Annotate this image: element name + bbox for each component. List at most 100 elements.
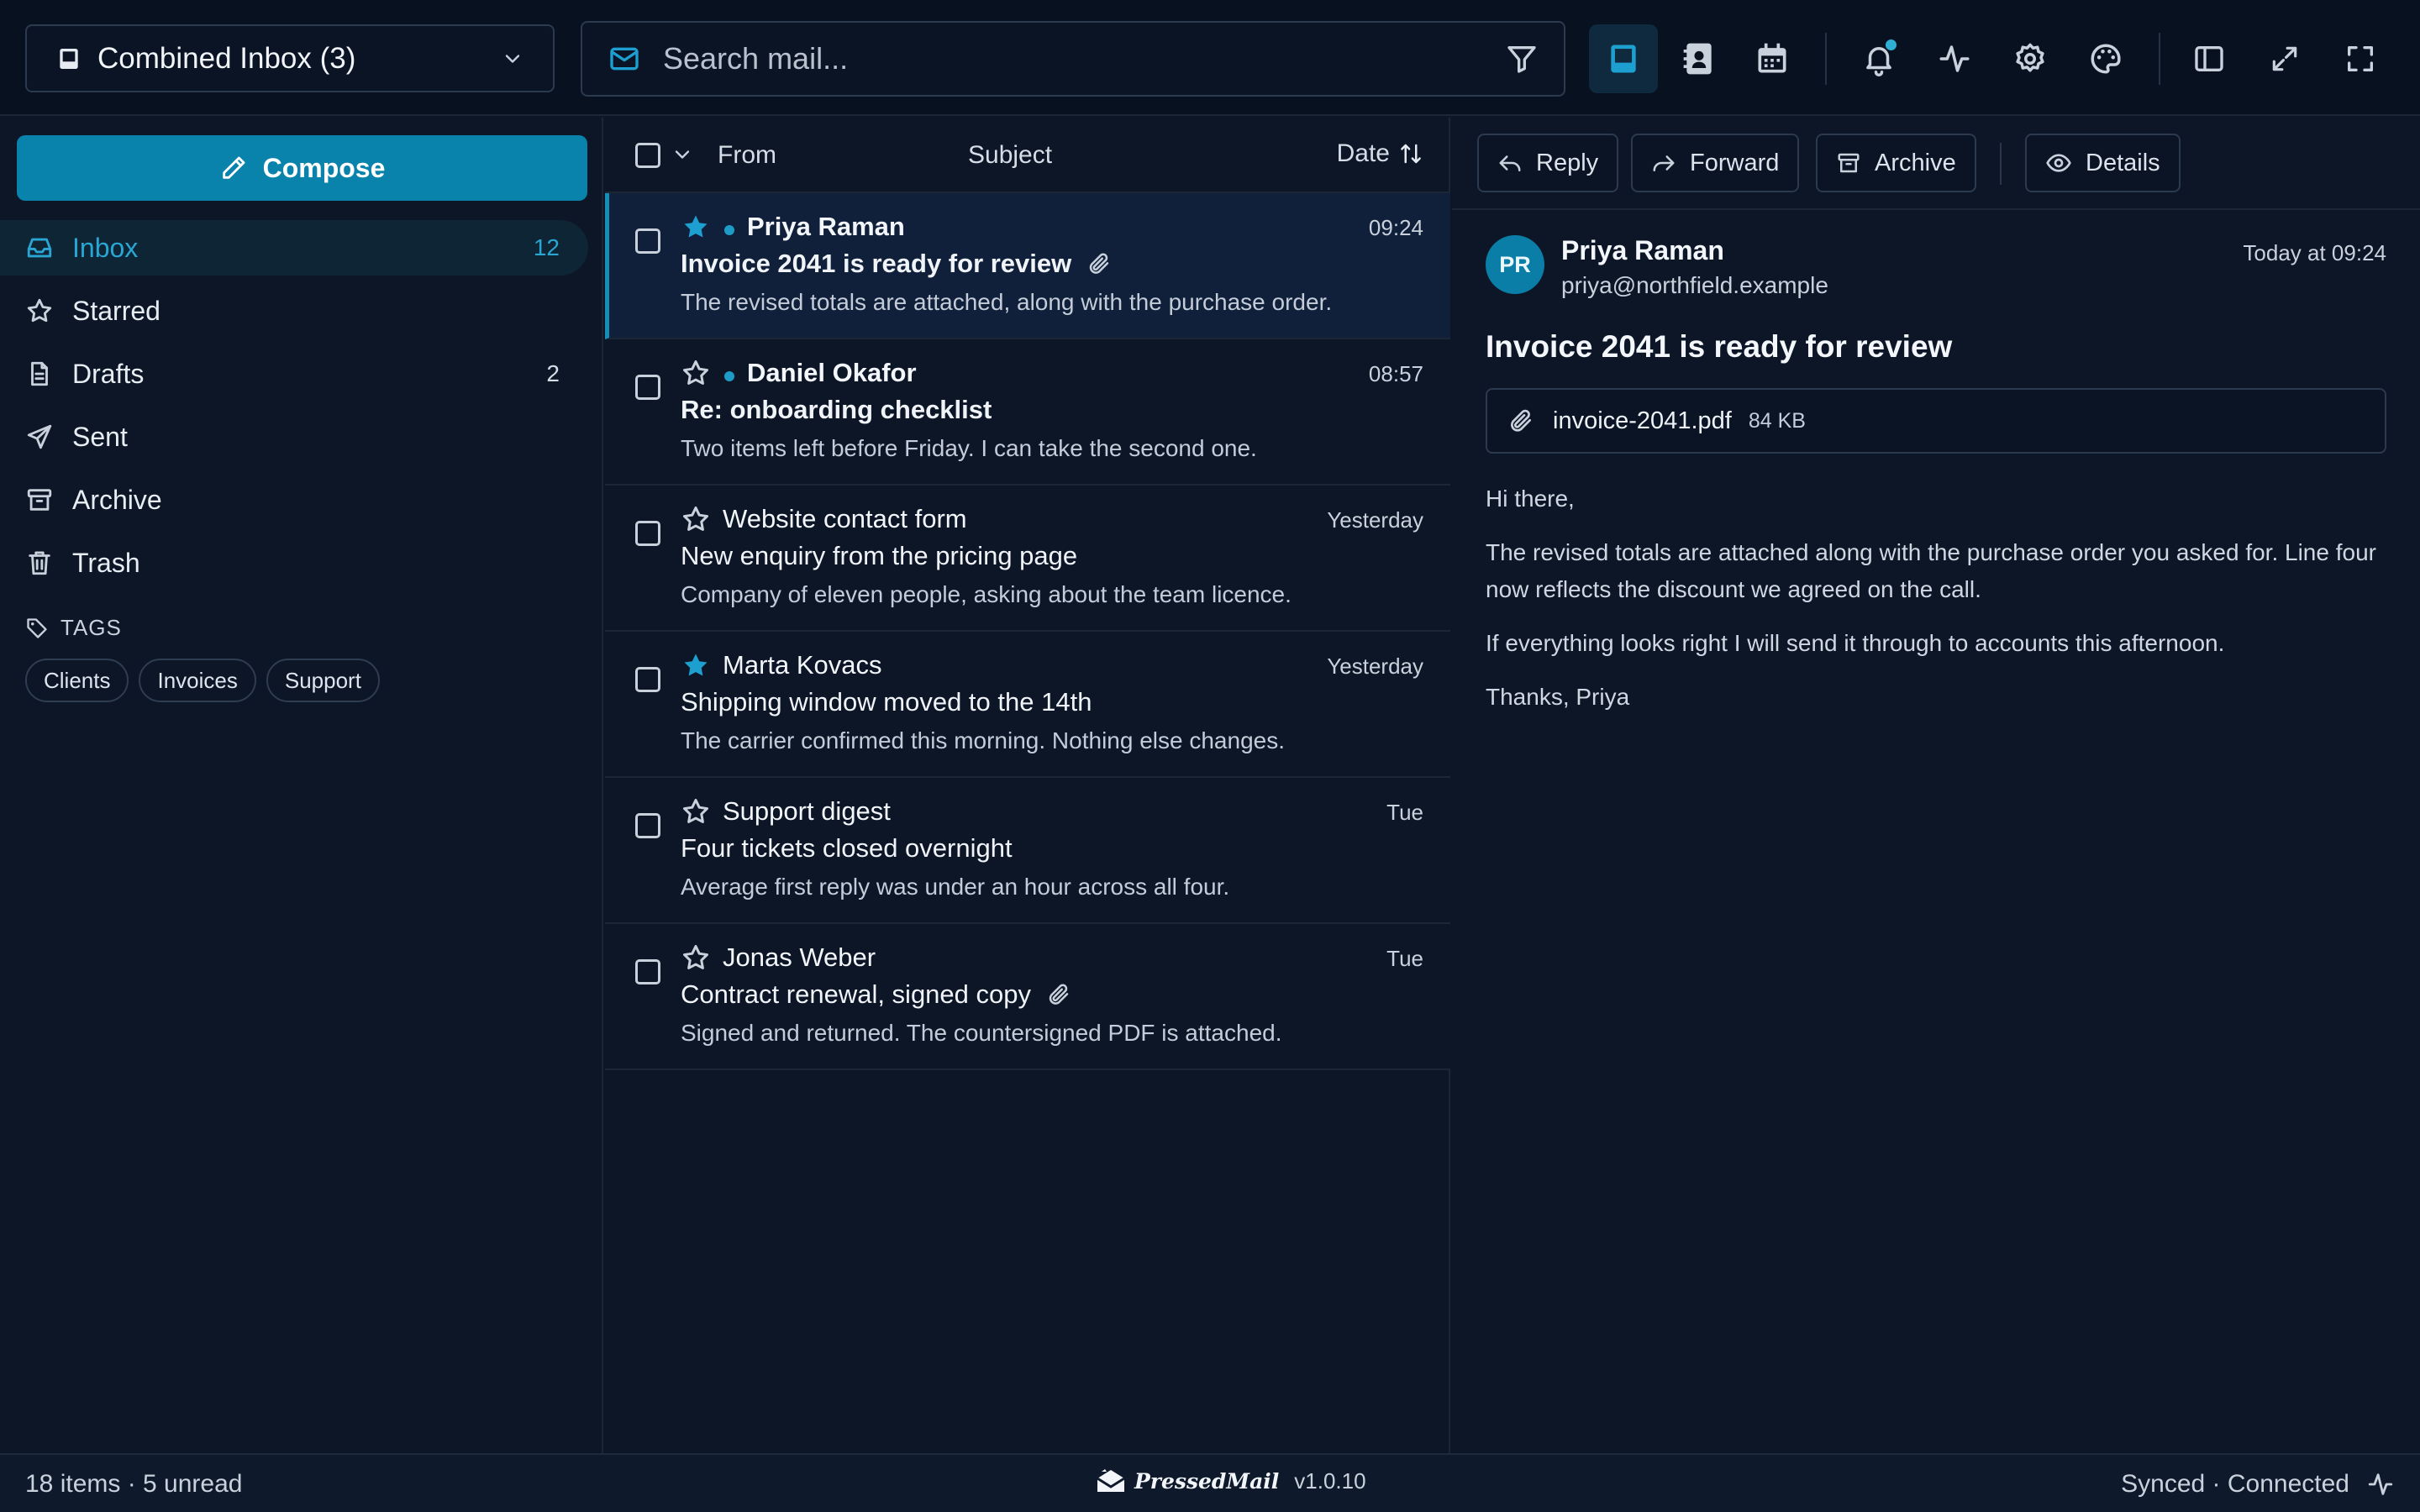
sidebar-item-label: Trash: [72, 547, 140, 578]
details-label: Details: [2086, 149, 2160, 176]
file-icon: [25, 360, 54, 388]
calendar-button[interactable]: [1738, 24, 1807, 93]
attachment-chip[interactable]: invoice-2041.pdf 84 KB: [1486, 388, 2386, 454]
star-filled-icon[interactable]: [681, 650, 711, 680]
star-icon[interactable]: [681, 358, 711, 388]
attachment-name: invoice-2041.pdf: [1553, 407, 1732, 434]
archive-button[interactable]: Archive: [1816, 134, 1976, 192]
eye-icon: [2045, 150, 2072, 176]
compose-button[interactable]: Compose: [17, 135, 587, 201]
activity-button[interactable]: [1920, 24, 1989, 93]
list-item[interactable]: Marta Kovacs Yesterday Shipping window m…: [605, 632, 1450, 778]
sidebar-item-starred[interactable]: Starred: [0, 283, 588, 339]
message-subject: Re: onboarding checklist: [681, 395, 992, 424]
column-from[interactable]: From: [718, 141, 776, 170]
contacts-button[interactable]: [1665, 24, 1733, 93]
notifications-button[interactable]: [1844, 24, 1913, 93]
message-body: Hi there, The revised totals are attache…: [1486, 480, 2393, 732]
tag-clients[interactable]: Clients: [25, 659, 129, 702]
star-filled-icon[interactable]: [681, 212, 711, 242]
row-checkbox[interactable]: [635, 667, 660, 692]
row-checkbox[interactable]: [635, 228, 660, 254]
star-icon: [25, 297, 54, 325]
inbox-icon: [55, 45, 82, 72]
sender-email: priya@northfield.example: [1561, 272, 1828, 298]
message-preview: The carrier confirmed this morning. Noth…: [681, 727, 1286, 753]
archive-label: Archive: [1875, 149, 1956, 176]
message-sender: Jonas Weber: [723, 942, 876, 972]
row-checkbox[interactable]: [635, 813, 660, 838]
toolbar-divider: [2159, 33, 2160, 85]
paperclip-icon: [1507, 407, 1534, 434]
message-subject-text: Invoice 2041 is ready for review: [681, 249, 1072, 278]
sidebar-item-label: Archive: [72, 484, 162, 515]
filter-icon[interactable]: [1505, 42, 1539, 76]
expand-icon: [2269, 43, 2301, 75]
palette-icon: [2088, 41, 2123, 76]
star-icon[interactable]: [681, 942, 711, 973]
message-preview: Two items left before Friday. I can take…: [681, 435, 1257, 461]
tag-invoices[interactable]: Invoices: [139, 659, 256, 702]
list-item[interactable]: Jonas Weber Tue Contract renewal, signed…: [605, 924, 1450, 1070]
message-preview: Company of eleven people, asking about t…: [681, 581, 1292, 607]
inbox-icon: [1605, 40, 1642, 77]
search-bar: [581, 21, 1565, 97]
paperclip-icon: [1031, 982, 1071, 1007]
toolbar-divider: [1825, 33, 1827, 85]
sidebar-item-label: Drafts: [72, 358, 145, 389]
column-date[interactable]: Date: [1337, 139, 1423, 168]
expand-button[interactable]: [2250, 24, 2319, 93]
row-checkbox[interactable]: [635, 375, 660, 400]
sidebar-item-sent[interactable]: Sent: [0, 409, 588, 465]
toggle-sidebar-button[interactable]: [2175, 24, 2244, 93]
fullscreen-icon: [2344, 42, 2377, 76]
archive-icon: [25, 486, 54, 514]
archive-icon: [1836, 150, 1861, 176]
sidebar-item-inbox[interactable]: Inbox 12: [0, 220, 588, 276]
reply-icon: [1497, 150, 1523, 176]
details-button[interactable]: Details: [2025, 134, 2181, 192]
list-item[interactable]: Priya Raman 09:24 Invoice 2041 is ready …: [605, 193, 1450, 339]
sidebar-item-trash[interactable]: Trash: [0, 535, 588, 591]
top-bar: Combined Inbox (3): [0, 0, 2420, 116]
list-header: From Subject Date: [605, 118, 1450, 193]
reply-button[interactable]: Reply: [1477, 134, 1619, 192]
brand-name: PressedMail: [1134, 1468, 1280, 1494]
row-checkbox[interactable]: [635, 959, 660, 984]
logo-icon: [1094, 1467, 1128, 1495]
body-paragraph: The revised totals are attached along wi…: [1486, 539, 2376, 602]
tags-title: TAGS: [60, 615, 122, 640]
tag-support[interactable]: Support: [266, 659, 380, 702]
sender-name: Priya Raman: [1561, 235, 1724, 265]
reader-toolbar: Reply Forward Archive Details: [1452, 118, 2420, 210]
message-subject: Contract renewal, signed copy: [681, 979, 1071, 1010]
message-date: 09:24: [1368, 215, 1423, 240]
chevron-down-icon[interactable]: [671, 143, 694, 166]
sync-status: Synced · Connected: [2121, 1470, 2395, 1499]
activity-icon: [2366, 1470, 2395, 1499]
mail-view-button[interactable]: [1589, 24, 1658, 93]
row-checkbox[interactable]: [635, 521, 660, 546]
list-item[interactable]: Website contact form Yesterday New enqui…: [605, 486, 1450, 632]
star-icon[interactable]: [681, 796, 711, 827]
forward-button[interactable]: Forward: [1631, 134, 1800, 192]
settings-button[interactable]: [1996, 24, 2065, 93]
message-subject: Invoice 2041 is ready for review: [681, 249, 1112, 279]
inbox-icon: [25, 234, 54, 262]
sidebar-item-archive[interactable]: Archive: [0, 472, 588, 528]
search-input[interactable]: [663, 41, 1505, 76]
star-icon[interactable]: [681, 504, 711, 534]
sidebar-item-drafts[interactable]: Drafts 2: [0, 346, 588, 402]
select-all-checkbox[interactable]: [635, 143, 660, 168]
tags-heading: TAGS: [25, 615, 122, 641]
paperclip-icon: [1071, 251, 1112, 276]
message-sender: Daniel Okafor: [747, 358, 917, 387]
list-item[interactable]: Daniel Okafor 08:57 Re: onboarding check…: [605, 339, 1450, 486]
column-subject[interactable]: Subject: [968, 141, 1052, 170]
fullscreen-button[interactable]: [2326, 24, 2395, 93]
account-switcher[interactable]: Combined Inbox (3): [25, 24, 555, 92]
list-item[interactable]: Support digest Tue Four tickets closed o…: [605, 778, 1450, 924]
theme-button[interactable]: [2071, 24, 2140, 93]
message-preview: The revised totals are attached, along w…: [681, 289, 1333, 315]
message-date: Yesterday: [1327, 507, 1423, 533]
